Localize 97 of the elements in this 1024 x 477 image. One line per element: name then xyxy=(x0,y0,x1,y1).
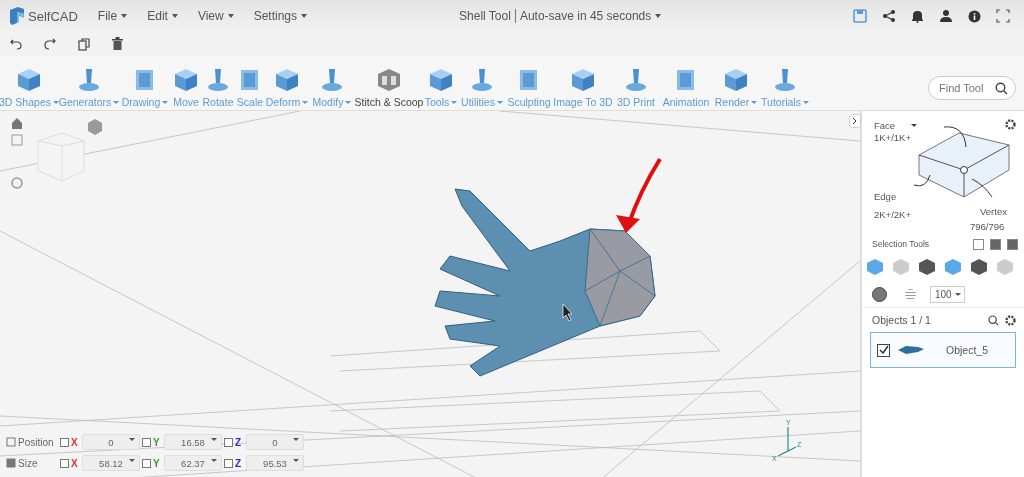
number-field[interactable]: 95.53 xyxy=(246,455,304,471)
tool-icon xyxy=(570,67,596,93)
objects-label: Objects 1 / 1 xyxy=(872,314,931,326)
toolbar-tool[interactable]: Rotate xyxy=(202,67,234,108)
selection-tool-icon[interactable] xyxy=(970,258,988,276)
cursor-icon xyxy=(562,303,573,322)
lock-checkbox[interactable] xyxy=(224,437,233,447)
toolbar-tool[interactable]: Move xyxy=(172,67,200,108)
tool-icon xyxy=(428,67,454,93)
app-logo: SelfCAD xyxy=(28,8,78,24)
toolbar-tool[interactable]: 3D Shapes xyxy=(0,67,58,108)
toolbar-tool[interactable]: Scale xyxy=(236,67,264,108)
toolbar-tool[interactable]: Image To 3D xyxy=(554,67,612,108)
vertex-count: 796/796 xyxy=(970,221,1005,232)
number-field[interactable]: 0 xyxy=(246,434,304,450)
edge-mode-label[interactable]: Edge xyxy=(874,191,897,202)
toolbar-tool[interactable]: Utilities xyxy=(460,67,504,108)
info-icon[interactable] xyxy=(968,9,981,23)
axis-label: X xyxy=(71,436,79,448)
toolbar-tool[interactable]: Modify xyxy=(310,67,354,108)
brush-shape-icon[interactable] xyxy=(872,287,887,302)
transform-label: Position xyxy=(18,436,55,448)
menu-item[interactable]: File xyxy=(87,9,138,23)
toolbar-tool[interactable]: Sculpting xyxy=(506,67,552,108)
selection-tool-icon[interactable] xyxy=(918,258,936,276)
undo-icon[interactable] xyxy=(10,38,22,50)
menu-item[interactable]: Settings xyxy=(243,9,318,23)
tool-icon xyxy=(16,67,42,93)
toolbar-tool[interactable]: 3D Print xyxy=(614,67,658,108)
transform-label: Size xyxy=(18,457,39,469)
number-field[interactable]: 0 xyxy=(82,434,140,450)
toolbar-tool[interactable]: Deform xyxy=(266,67,308,108)
search-icon[interactable] xyxy=(995,82,1008,95)
lock-checkbox[interactable] xyxy=(142,458,151,468)
toolbar-tool[interactable]: Tutorials xyxy=(760,67,810,108)
settings-icon[interactable] xyxy=(1005,314,1016,326)
logo-icon xyxy=(8,6,26,26)
toolbar-tool[interactable]: Animation xyxy=(660,67,712,108)
visibility-checkbox[interactable] xyxy=(877,343,890,357)
menu-item[interactable]: View xyxy=(187,9,244,23)
home-icon[interactable] xyxy=(12,118,22,129)
tool-icon xyxy=(319,67,345,93)
search-icon[interactable] xyxy=(988,314,999,326)
user-icon[interactable] xyxy=(939,9,953,23)
axis-label: Z xyxy=(235,436,243,448)
face-mode-dropdown[interactable]: Face xyxy=(874,120,918,131)
collapse-icon[interactable] xyxy=(849,114,861,128)
tool-icon xyxy=(376,67,402,93)
select-mode-icon[interactable] xyxy=(973,238,984,250)
toolbar-tool[interactable]: Render xyxy=(714,67,758,108)
tool-icon xyxy=(274,67,300,93)
toolbar-tool[interactable]: Stitch & Scoop xyxy=(356,67,422,108)
tool-icon xyxy=(469,67,495,93)
number-field[interactable]: 62.37 xyxy=(164,455,222,471)
axis-label: Z xyxy=(235,457,243,469)
axis-label: Y xyxy=(153,436,161,448)
position-icon xyxy=(6,437,16,447)
tool-title: Shell Tool xyxy=(459,9,511,23)
toolbar-tool[interactable]: Drawing xyxy=(120,67,170,108)
face-count: 1K+/1K+ xyxy=(874,132,911,143)
redo-icon[interactable] xyxy=(44,38,56,50)
size-icon xyxy=(6,458,16,468)
lock-checkbox[interactable] xyxy=(60,437,69,447)
tool-icon xyxy=(723,67,749,93)
tool-icon xyxy=(205,67,231,93)
tool-icon xyxy=(623,67,649,93)
axis-label: X xyxy=(71,457,79,469)
section-label: Selection Tools xyxy=(872,239,930,249)
settings-icon[interactable] xyxy=(1005,119,1016,130)
save-icon[interactable] xyxy=(853,9,867,23)
toolbar-tool[interactable]: Tools xyxy=(424,67,458,108)
tool-icon xyxy=(772,67,798,93)
number-field[interactable]: 16.58 xyxy=(164,434,222,450)
trash-icon[interactable] xyxy=(112,37,123,51)
bell-icon[interactable] xyxy=(911,9,924,23)
select-mode-icon[interactable] xyxy=(1007,238,1018,250)
lock-checkbox[interactable] xyxy=(224,458,233,468)
brush-size-field[interactable]: 100 xyxy=(930,286,965,303)
select-mode-icon[interactable] xyxy=(990,238,1001,250)
fullscreen-icon[interactable] xyxy=(996,9,1010,23)
number-field[interactable]: 58.12 xyxy=(82,455,140,471)
lock-checkbox[interactable] xyxy=(142,437,151,447)
edge-count: 2K+/2K+ xyxy=(874,209,911,220)
toolbar-tool[interactable]: Generators xyxy=(60,67,118,108)
tool-icon xyxy=(173,67,199,93)
share-icon[interactable] xyxy=(882,9,896,23)
object-list-item[interactable]: Object_5 xyxy=(870,332,1016,368)
autosave-menu[interactable]: Auto-save in 45 seconds xyxy=(519,9,662,23)
copy-icon[interactable] xyxy=(78,37,90,51)
find-tool-field[interactable]: Find Tool xyxy=(928,76,1016,100)
hand-mesh-drawing[interactable] xyxy=(434,188,656,377)
axis-label: Y xyxy=(153,457,161,469)
vertex-mode-label[interactable]: Vertex xyxy=(980,206,1007,217)
hand-thumbnail-icon xyxy=(898,345,924,355)
tool-icon xyxy=(76,67,102,93)
lock-checkbox[interactable] xyxy=(60,458,69,468)
menu-item[interactable]: Edit xyxy=(137,9,188,23)
